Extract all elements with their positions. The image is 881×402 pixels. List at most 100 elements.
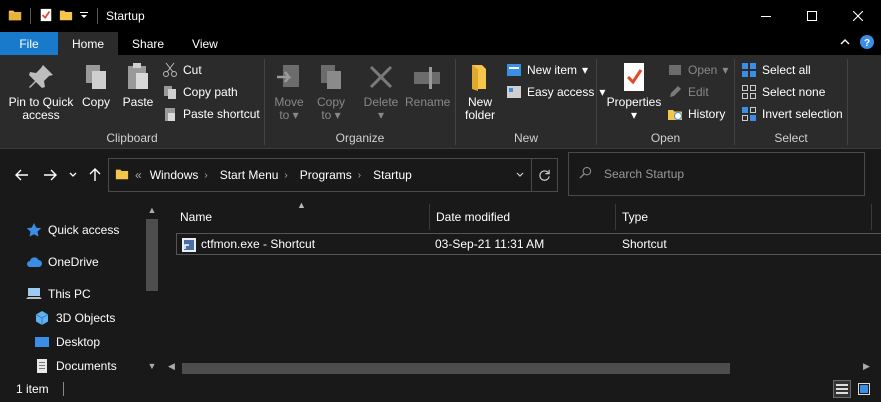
help-icon[interactable]: ? [859,34,875,53]
new-folder-icon[interactable] [59,8,73,25]
search-icon [579,166,592,182]
customize-toolbar-icon[interactable] [79,9,89,23]
nav-item-this-pc[interactable]: This PC [26,283,91,305]
tab-view[interactable]: View [178,32,232,55]
breadcrumb-startup[interactable]: Startup [373,168,412,182]
column-header-date-modified[interactable]: Date modified [430,204,616,230]
history-icon [667,106,683,122]
tab-home[interactable]: Home [58,32,119,55]
scrollbar-thumb[interactable] [182,363,730,374]
breadcrumb-start-menu[interactable]: Start Menu › [220,168,296,182]
refresh-icon[interactable] [531,159,557,191]
search-input[interactable]: Search Startup [604,167,684,181]
folder-icon [115,167,129,184]
view-switcher [833,380,873,398]
properties-icon [618,61,650,93]
copy-to-button[interactable]: Copy to ▾ [313,61,349,122]
new-item-icon [506,62,522,78]
item-count: 1 item [16,382,49,396]
scroll-up-arrow[interactable]: ▲ [144,205,160,215]
select-all-button[interactable]: Select all [741,60,811,80]
tab-share[interactable]: Share [118,32,178,55]
rename-button[interactable]: Rename [405,61,450,109]
invert-selection-button[interactable]: Invert selection [741,104,843,124]
scroll-right-arrow[interactable]: ▶ [863,361,870,372]
easy-access-icon [506,84,522,100]
forward-button[interactable] [40,165,60,185]
nav-item-onedrive[interactable]: OneDrive [26,251,99,273]
edit-button[interactable]: Edit [667,82,709,102]
breadcrumb-overflow[interactable]: « [135,168,142,182]
breadcrumb-windows[interactable]: Windows › [150,168,216,182]
details-view-icon [836,384,848,394]
copy-path-button[interactable]: Copy path [162,82,238,102]
delete-button[interactable]: Delete ▾ [361,61,401,122]
new-group: New folder New item ▾ Easy access ▾ New [456,55,605,149]
table-row[interactable]: ctfmon.exe - Shortcut 03-Sep-21 11:31 AM… [176,233,881,255]
nav-item-desktop[interactable]: Desktop [34,331,100,353]
back-button[interactable] [12,165,32,185]
scissors-icon [162,62,178,78]
nav-item-documents[interactable]: Documents [34,355,117,377]
properties-button[interactable]: Properties ▾ [603,61,665,122]
status-separator [62,382,64,396]
scroll-left-arrow[interactable]: ◀ [168,361,175,372]
breadcrumb-programs[interactable]: Programs › [300,168,369,182]
close-button[interactable] [835,0,881,32]
nav-item-3d-objects[interactable]: 3D Objects [34,307,115,329]
scrollbar-thumb[interactable] [146,219,158,291]
file-type: Shortcut [622,237,667,251]
search-box[interactable]: Search Startup [568,152,865,196]
address-bar[interactable]: « Windows › Start Menu › Programs › Startup [108,158,558,192]
chevron-right-icon: › [357,169,362,181]
invert-selection-icon [741,106,757,122]
up-button[interactable] [85,165,105,185]
paste-button[interactable]: Paste [118,61,158,109]
new-folder-button[interactable]: New folder [460,61,500,122]
maximize-button[interactable] [789,0,835,32]
pin-to-quick-access-button[interactable]: Pin to Quick access [6,61,76,122]
navigation-pane: Quick access OneDrive This PC 3D Objects… [0,200,160,375]
chevron-right-icon: › [204,169,208,181]
easy-access-button[interactable]: Easy access ▾ [506,82,605,102]
chevron-right-icon: › [284,169,288,181]
new-item-button[interactable]: New item ▾ [506,60,588,80]
new-folder-icon [464,61,496,93]
cloud-icon [26,254,42,270]
column-header-name[interactable]: Name [174,204,430,230]
large-icons-view-button[interactable] [855,380,873,398]
file-date-modified: 03-Sep-21 11:31 AM [435,237,545,251]
tab-file[interactable]: File [0,32,58,55]
nav-item-quick-access[interactable]: Quick access [26,219,119,241]
minimize-button[interactable] [743,0,789,32]
document-icon [34,358,50,374]
copy-button[interactable]: Copy [78,61,114,109]
paste-shortcut-icon [162,106,178,122]
cut-button[interactable]: Cut [162,60,202,80]
scroll-down-arrow[interactable]: ▼ [144,361,160,371]
copy-icon [80,61,112,93]
select-none-button[interactable]: Select none [741,82,825,102]
title-bar: Startup [0,0,881,32]
ribbon-tabs: File Home Share View ? [0,32,881,55]
file-list-horizontal-scrollbar[interactable]: ◀ ▶ [162,360,881,376]
properties-icon[interactable] [39,8,53,25]
paste-shortcut-button[interactable]: Paste shortcut [162,104,260,124]
star-icon [26,222,42,238]
recent-locations-button[interactable] [65,165,81,185]
move-to-button[interactable]: Move to ▾ [271,61,307,122]
history-button[interactable]: History [667,104,725,124]
navigation-pane-scrollbar[interactable]: ▲ ▼ [144,205,160,375]
file-name: ctfmon.exe - Shortcut [201,237,316,251]
expand-ribbon-icon[interactable] [839,36,851,51]
folder-icon [8,8,22,25]
details-view-button[interactable] [833,380,851,398]
refresh-button[interactable] [507,159,533,191]
open-button[interactable]: Open ▾ [667,60,728,80]
large-icons-view-icon [858,383,870,395]
organize-group: Move to ▾ Copy to ▾ Delete ▾ Rename Orga… [265,55,455,149]
clipboard-group: Pin to Quick access Copy Paste Cut Copy … [0,55,264,149]
window-controls [743,0,881,32]
edit-icon [667,84,683,100]
column-header-type[interactable]: Type [616,204,872,230]
